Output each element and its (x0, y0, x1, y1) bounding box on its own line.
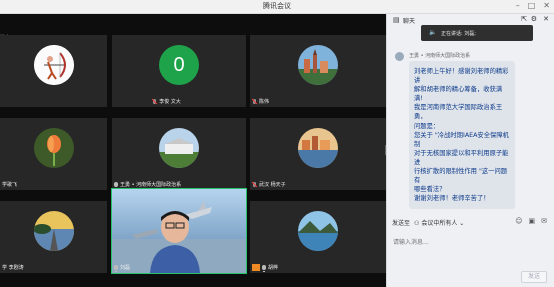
message-line: 行核扩散的限制性作用 "这一问题有 (414, 168, 508, 185)
archer-avatar-icon (33, 45, 74, 86)
message-line: 问题是： (414, 122, 440, 130)
video-grid: 讲中 0 李俊 文大 (0, 14, 386, 287)
chat-tools: ☺ ▣ ✉ (515, 217, 547, 225)
send-button[interactable]: 发送 (521, 271, 547, 283)
message-line: 您关于 "冷战时期IAEA安全保障机制 (414, 131, 509, 148)
mic-icon (114, 265, 118, 272)
tile-badge-icon (252, 264, 260, 271)
tulip-avatar-icon (33, 128, 74, 169)
sender-avatar (395, 52, 404, 61)
participant-name: 李俊 文大 (152, 98, 181, 105)
message-line: 哪些看法？ (414, 186, 446, 194)
message-line: 刘老师上午好！感谢刘老师的精彩讲 (414, 68, 509, 85)
chat-title: 聊天 (403, 18, 416, 25)
lake-avatar-icon (298, 211, 338, 252)
sender-name: 王勇 • 河南师大国际政治系 (409, 53, 471, 59)
participant-name: 胡桦 (252, 264, 278, 272)
participant-name: 学歌飞 (2, 182, 18, 188)
avatar (159, 128, 199, 169)
video-tile[interactable] (0, 35, 107, 107)
video-tile[interactable]: 陈伟 (250, 35, 386, 107)
mic-off-icon (152, 99, 157, 104)
video-tile[interactable]: 学 李剧涛 (0, 201, 107, 273)
send-row: 发送至 ⚇ 会议中所有人 ⌄ ☺ ▣ ✉ (387, 215, 554, 229)
speaker-video (112, 189, 246, 273)
active-speaker-tile[interactable]: 刘磊 (111, 188, 247, 274)
maximize-icon[interactable]: □ (528, 1, 536, 10)
participant-name: 陈伟 (252, 98, 269, 105)
video-tile[interactable]: 王勇 • 河南师大国际政治系 (112, 118, 246, 190)
mic-icon (262, 265, 266, 272)
mic-icon (114, 182, 118, 189)
recipient-select[interactable]: ⚇ 会议中所有人 ⌄ (414, 218, 464, 227)
video-tile[interactable]: 武汉 杨天子 (250, 118, 386, 190)
avatar-letter: 0 (173, 54, 185, 77)
avatar (33, 128, 74, 169)
mic-off-icon (252, 182, 257, 187)
emoji-icon[interactable]: ☺ (515, 217, 522, 225)
road-avatar-icon (33, 211, 74, 252)
video-tile[interactable]: 胡桦 (250, 201, 386, 273)
avatar (33, 211, 74, 252)
window-controls: – □ ✕ (516, 1, 550, 10)
video-tile[interactable]: 0 李俊 文大 (112, 35, 246, 107)
announce-icon[interactable]: ✉ (541, 217, 547, 225)
settings-icon[interactable]: ⚙ (531, 15, 537, 23)
send-to-label: 发送至 (392, 220, 411, 227)
avatar: 0 (159, 45, 199, 86)
participant-name: 王勇 • 河南师大国际政治系 (114, 181, 181, 189)
harbor-avatar-icon (298, 128, 338, 169)
message-line: 我是河南师范大学国际政治系王勇， (414, 104, 503, 121)
window-title: 腾讯会议 (263, 2, 291, 10)
participant-name: 刘磊 (114, 264, 130, 272)
title-bar: 腾讯会议 – □ ✕ (0, 0, 554, 14)
close-panel-icon[interactable]: ✕ (543, 15, 549, 23)
minimize-icon[interactable]: – (516, 1, 520, 10)
building-avatar-icon (159, 128, 199, 169)
image-icon[interactable]: ▣ (529, 217, 536, 225)
speaker-icon: 🔈 (429, 29, 437, 36)
chevron-down-icon: ⌄ (459, 220, 465, 227)
message-line: 解和胡老师的精心筹备，收获满满! (414, 86, 503, 103)
message-bubble: 刘老师上午好！感谢刘老师的精彩讲 解和胡老师的精心筹备，收获满满! 我是河南师范… (409, 61, 515, 210)
chat-panel: ▤ 聊天 ⇱ ⚙ ✕ 🔈 正在讲话: 刘磊; 王勇 • 河南师大国际政治系 刘老… (386, 14, 554, 287)
video-tile[interactable]: 学歌飞 (0, 118, 107, 190)
popout-icon[interactable]: ⇱ (521, 15, 527, 23)
message-line: 对于无核国家提以和平利用原子能进 (414, 149, 509, 166)
message-line: 谢谢刘老师！老师辛苦了！ (414, 195, 490, 203)
participant-name: 武汉 杨天子 (252, 181, 286, 188)
mic-off-icon (252, 99, 257, 104)
people-icon: ⚇ (414, 220, 420, 227)
avatar (298, 128, 338, 169)
speaking-indicator: 🔈 正在讲话: 刘磊; (421, 25, 533, 41)
city-avatar-icon (298, 45, 338, 86)
close-icon[interactable]: ✕ (543, 1, 550, 10)
chat-input[interactable] (393, 232, 543, 252)
speaking-text: 正在讲话: 刘磊; (441, 31, 476, 37)
avatar (298, 211, 338, 252)
chat-icon: ▤ (393, 16, 400, 24)
avatar (298, 45, 338, 86)
avatar (33, 45, 74, 86)
participant-name: 学 李剧涛 (2, 265, 24, 271)
